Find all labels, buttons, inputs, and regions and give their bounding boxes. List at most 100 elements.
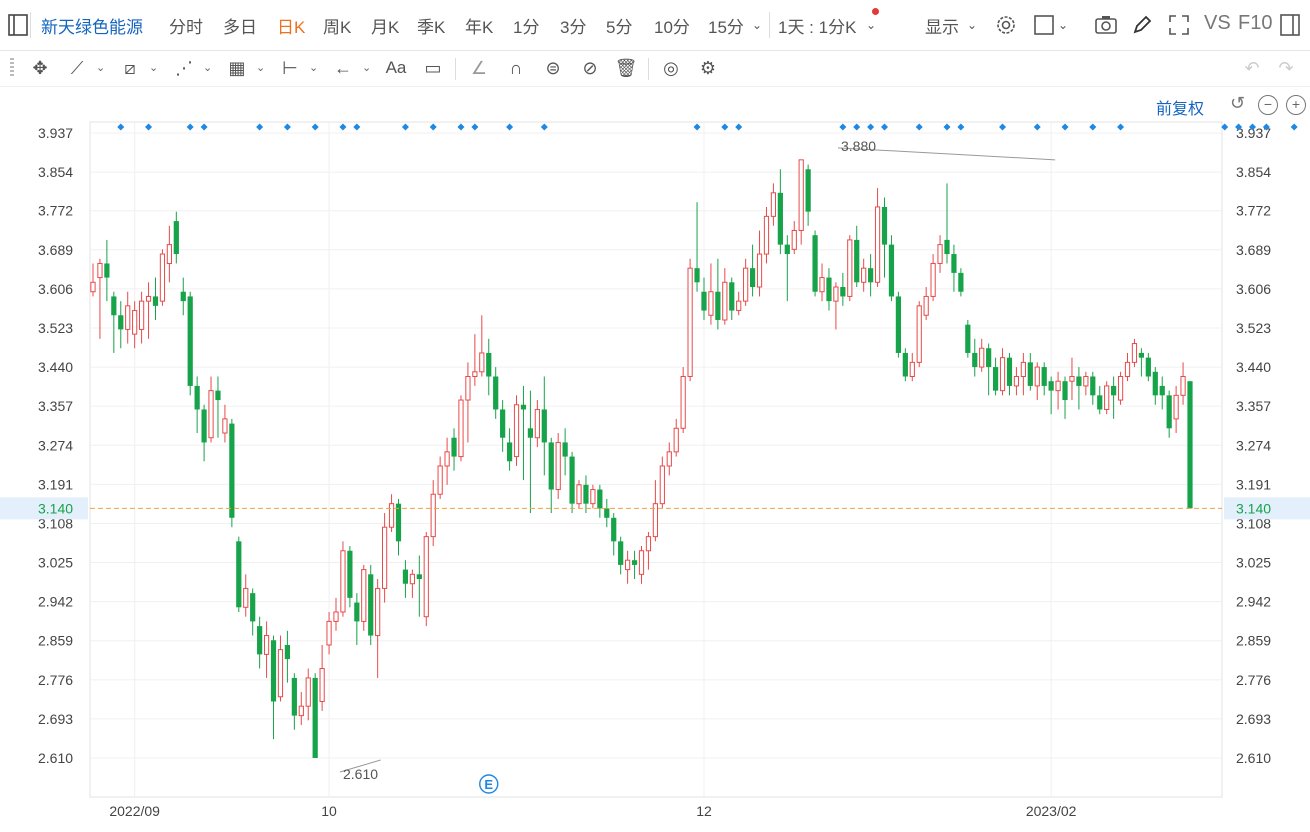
chevron-down-icon[interactable]: ⌄ [752, 18, 762, 32]
candle-body [625, 559, 631, 571]
event-marker-diamond [693, 123, 701, 131]
y-tick-label-right: 3.191 [1236, 476, 1271, 492]
layout-square-icon[interactable] [1033, 14, 1055, 36]
candle-body [312, 677, 318, 758]
tab-quarterly-k[interactable]: 季K [417, 13, 445, 38]
tab-5min[interactable]: 5分 [606, 13, 632, 38]
magnet-icon[interactable]: ∩ [502, 54, 530, 82]
chevron-down-icon[interactable]: ⌄ [96, 61, 105, 74]
stock-name[interactable]: 新天绿色能源 [41, 13, 143, 38]
tab-weekly-k[interactable]: 周K [323, 13, 351, 38]
candle-body [611, 517, 617, 542]
zoom-in-icon[interactable]: + [1286, 95, 1306, 115]
candlestick-chart[interactable]: 3.937 3.937 3.854 3.854 3.772 3.772 3.689 3.689… [0, 0, 1310, 832]
candle-body [631, 560, 638, 565]
candle-body [569, 456, 575, 504]
overlay-indicator-icon[interactable]: ◎ [657, 54, 685, 82]
chevron-down-icon[interactable]: ⌄ [309, 61, 318, 74]
polyline-tool-icon[interactable]: ⧄ [116, 54, 144, 82]
chevron-down-icon[interactable]: ⌄ [256, 61, 265, 74]
display-menu[interactable]: 显示 [925, 13, 959, 38]
tab-10min[interactable]: 10分 [654, 13, 690, 38]
toolbar-settings-icon[interactable]: ⚙ [694, 54, 722, 82]
y-tick-label-right: 3.357 [1236, 398, 1271, 414]
period-dropdown[interactable]: 15分 [708, 13, 744, 38]
candle-body [541, 409, 547, 443]
pencil-icon[interactable] [1131, 14, 1153, 36]
eraser-tool-icon[interactable]: ∠ [465, 54, 493, 82]
y-tick-label-right: 3.025 [1236, 555, 1271, 571]
tab-3min[interactable]: 3分 [560, 13, 586, 38]
earnings-event-icon [479, 774, 499, 794]
candle-body [722, 281, 728, 321]
fibonacci-tool-icon[interactable]: ▦ [223, 54, 251, 82]
candle-body [500, 409, 506, 438]
chevron-down-icon[interactable]: ⌄ [362, 61, 371, 74]
candle-body [97, 262, 103, 279]
candle-body [375, 587, 381, 637]
sidebar-toggle-icon[interactable] [8, 14, 28, 36]
tab-monthly-k[interactable]: 月K [371, 13, 399, 38]
y-tick-label-right: 2.942 [1236, 594, 1271, 610]
high-price-label: 3.880 [841, 138, 876, 154]
camera-icon[interactable] [1094, 14, 1118, 36]
tab-1min[interactable]: 1分 [513, 13, 539, 38]
comment-tool-icon[interactable]: ▭ [419, 54, 447, 82]
lock-drawings-icon[interactable]: ⊜ [539, 54, 567, 82]
drawing-toolbar: ✥ ⟋ ⌄ ⧄ ⌄ ⋰ ⌄ ▦ ⌄ ⊢ ⌄ ← ⌄ Aa ▭ ∠ ∩ ⊜ ⊘ 🗑… [0, 50, 1310, 87]
y-tick-label-left: 2.776 [38, 672, 73, 688]
candle-body [479, 352, 485, 373]
chevron-down-icon[interactable]: ⌄ [866, 18, 876, 32]
candle-body [277, 649, 284, 698]
tab-intraday[interactable]: 分时 [169, 13, 203, 38]
candle-body [673, 427, 679, 453]
candle-body [451, 437, 457, 457]
candle-body [923, 295, 929, 316]
tab-yearly-k[interactable]: 年K [465, 13, 493, 38]
chevron-down-icon[interactable]: ⌄ [203, 61, 212, 74]
tab-multi-day[interactable]: 多日 [223, 13, 257, 38]
redo-icon[interactable]: ↷ [1272, 54, 1300, 82]
chevron-down-icon[interactable]: ⌄ [149, 61, 158, 74]
y-tick-label-left: 3.937 [38, 125, 73, 141]
candle-body [1159, 385, 1165, 396]
candle-body [152, 296, 159, 306]
candle-body [187, 296, 193, 386]
settings-gear-icon[interactable] [995, 14, 1017, 36]
text-tool-icon[interactable]: Aa [382, 54, 410, 82]
candle-body [368, 574, 374, 636]
tab-daily-k[interactable]: 日K [277, 13, 305, 38]
earnings-event-label: E [484, 777, 493, 792]
chevron-down-icon[interactable]: ⌄ [967, 18, 977, 32]
combined-view-selector[interactable]: 1天 : 1分K [778, 13, 856, 38]
f10-button[interactable]: F10 [1238, 12, 1272, 35]
undo-icon[interactable]: ↶ [1238, 54, 1266, 82]
low-annotation-leader [339, 759, 381, 773]
wave-tool-icon[interactable]: ⋰ [170, 54, 198, 82]
candle-body [1006, 357, 1013, 386]
reset-zoom-icon[interactable]: ↺ [1230, 93, 1245, 114]
price-adjust-toggle[interactable]: 前复权 [1156, 95, 1204, 119]
candle-body [638, 550, 645, 575]
event-marker-diamond [1089, 123, 1097, 131]
move-crosshair-icon[interactable]: ✥ [26, 54, 54, 82]
chevron-down-icon[interactable]: ⌄ [1058, 18, 1068, 32]
x-tick-label: 2022/09 [109, 803, 160, 819]
zoom-out-icon[interactable]: − [1258, 95, 1278, 115]
y-tick-label-left: 2.610 [38, 750, 73, 766]
candle-body [1131, 343, 1138, 363]
event-marker-diamond [186, 123, 194, 131]
hide-drawings-icon[interactable]: ⊘ [576, 54, 604, 82]
y-tick-label-right: 3.937 [1236, 125, 1271, 141]
measure-tool-icon[interactable]: ⊢ [276, 54, 304, 82]
candle-body [527, 428, 534, 438]
candle-body [562, 442, 568, 457]
candle-body [958, 272, 964, 292]
trash-icon[interactable]: 🗑 [612, 54, 640, 82]
panel-toggle-icon[interactable] [1280, 14, 1300, 36]
compare-button[interactable]: VS [1204, 12, 1231, 35]
line-tool-icon[interactable]: ⟋ [63, 54, 91, 82]
y-tick-label-right: 2.610 [1236, 750, 1271, 766]
arrow-tool-icon[interactable]: ← [329, 54, 357, 82]
fullscreen-icon[interactable] [1168, 14, 1190, 36]
